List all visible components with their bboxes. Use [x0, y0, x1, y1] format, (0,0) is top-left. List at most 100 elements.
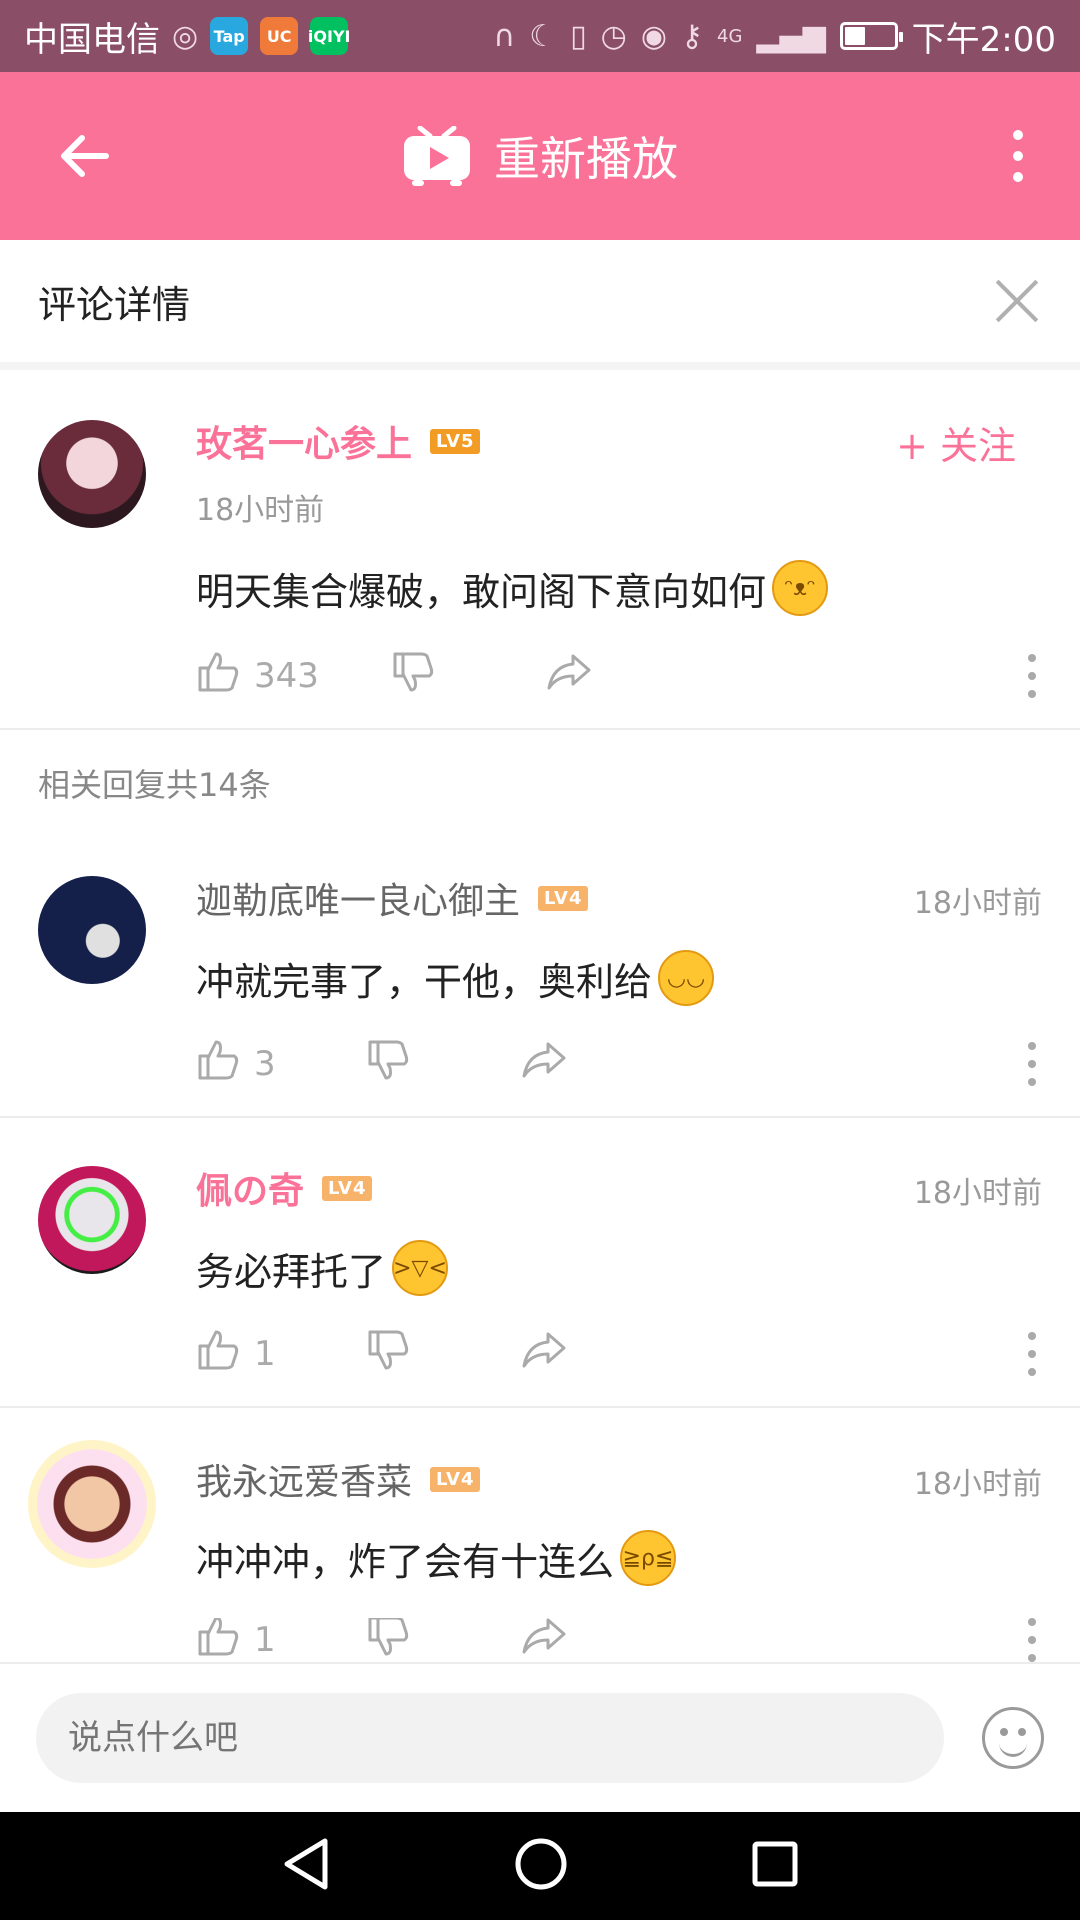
system-nav-bar — [0, 1812, 1080, 1920]
reply-actions: 1 — [196, 1326, 1056, 1382]
emoji-icon[interactable] — [982, 1707, 1044, 1769]
share-icon — [520, 1330, 568, 1379]
reply-content: 冲冲冲，炸了会有十连么 ≧ρ≦ — [196, 1530, 677, 1586]
more-vertical-icon[interactable] — [998, 124, 1038, 188]
key-icon: ⚷ — [681, 18, 704, 54]
carrier-label: 中国电信 — [24, 19, 160, 60]
iqiyi-app-icon: iQIYI — [308, 17, 350, 55]
replay-label: 重新播放 — [494, 132, 678, 186]
cat-emoji-icon: ᵔᴥᵔ — [772, 560, 829, 616]
vibrate-icon: ▯ — [570, 18, 587, 54]
comment-more-icon[interactable] — [1028, 654, 1038, 698]
network-type-icon: 4G — [717, 25, 743, 47]
username: 玫茗一心参上 — [196, 424, 413, 465]
divider — [0, 1116, 1080, 1118]
page-title: 评论详情 — [38, 282, 191, 327]
comment-time: 18小时前 — [196, 493, 325, 528]
level-badge: LV4 — [430, 1466, 481, 1492]
avatar[interactable] — [28, 1440, 156, 1568]
avatar[interactable] — [38, 1166, 146, 1274]
eye-icon: ◉ — [640, 18, 668, 54]
like-count: 3 — [254, 1044, 276, 1084]
sync-icon: ◎ — [172, 18, 199, 54]
like-count: 343 — [254, 656, 319, 696]
reply-author[interactable]: 我永远爱香菜 LV4 — [196, 1453, 481, 1505]
like-button[interactable]: 1 — [196, 1328, 276, 1381]
level-badge: LV4 — [538, 885, 589, 911]
top-bar: 重新播放 — [0, 72, 1080, 240]
close-icon[interactable] — [992, 276, 1042, 326]
reply-actions: 1 — [196, 1618, 1056, 1662]
share-button[interactable] — [520, 1618, 568, 1662]
username: 迦勒底唯一良心御主 — [196, 881, 521, 922]
comment-input-bar — [0, 1662, 1080, 1812]
nav-home-icon[interactable] — [514, 1837, 568, 1895]
follow-button[interactable]: + 关注 — [896, 415, 1016, 470]
reply-author[interactable]: 迦勒底唯一良心御主 LV4 — [196, 872, 589, 924]
uc-app-icon: UC — [260, 17, 299, 55]
username: 我永远爱香菜 — [196, 1462, 413, 1503]
tap-app-icon: Tap — [210, 17, 249, 55]
like-count: 1 — [254, 1620, 276, 1660]
replay-button[interactable]: 重新播放 — [402, 123, 678, 189]
comment-actions: 343 — [196, 648, 1056, 704]
battery-icon — [839, 22, 903, 50]
headphone-icon: ∩ — [493, 18, 516, 54]
reply-count: 相关回复共14条 — [38, 766, 271, 804]
like-button[interactable]: 1 — [196, 1618, 276, 1662]
share-icon — [545, 652, 593, 701]
nav-back-icon[interactable] — [281, 1837, 331, 1895]
tongue-emoji-icon: ≧ρ≦ — [620, 1530, 677, 1586]
reply-actions: 3 — [196, 1036, 1056, 1092]
comment-input[interactable] — [36, 1693, 944, 1783]
comment-content: 明天集合爆破，敢问阁下意向如何 ᵔᴥᵔ — [196, 560, 829, 616]
share-icon — [520, 1618, 568, 1662]
dislike-button[interactable] — [366, 1618, 410, 1662]
like-count: 1 — [254, 1334, 276, 1374]
divider — [0, 728, 1080, 730]
reply-text: 冲冲冲，炸了会有十连么 — [196, 1539, 615, 1584]
comment-detail-header: 评论详情 — [0, 240, 1080, 370]
thumbs-up-icon — [196, 1618, 240, 1662]
thumbs-down-icon — [366, 1618, 410, 1662]
reply-time: 18小时前 — [913, 1467, 1042, 1502]
back-arrow-icon[interactable] — [52, 124, 116, 188]
reply-text: 务必拜托了 — [196, 1249, 387, 1294]
status-bar: 中国电信 ◎ Tap UC iQIYI ∩ ☾ ▯ ◷ ◉ ⚷ 4G ▂▄▆ 下… — [0, 0, 1080, 72]
thumbs-up-icon — [196, 1038, 240, 1091]
avatar[interactable] — [38, 876, 146, 984]
moon-icon: ☾ — [529, 18, 557, 54]
thumbs-up-icon — [196, 1328, 240, 1381]
share-button[interactable] — [545, 652, 593, 701]
thumbs-down-icon — [391, 650, 435, 703]
thumbs-down-icon — [366, 1038, 410, 1091]
share-icon — [520, 1040, 568, 1089]
share-button[interactable] — [520, 1330, 568, 1379]
smile-emoji-icon: ◡◡ — [658, 950, 715, 1006]
reply-time: 18小时前 — [913, 1176, 1042, 1211]
like-button[interactable]: 3 — [196, 1038, 276, 1091]
reply-author[interactable]: 佩の奇 LV4 — [196, 1162, 373, 1214]
reply-content: 务必拜托了 >▽< — [196, 1240, 449, 1296]
dislike-button[interactable] — [366, 1328, 410, 1381]
reply-text: 冲就完事了，干他，奥利给 — [196, 959, 653, 1004]
share-button[interactable] — [520, 1040, 568, 1089]
level-badge: LV4 — [322, 1175, 373, 1201]
avatar[interactable] — [38, 420, 146, 528]
tv-play-icon — [402, 125, 472, 186]
comment-text: 明天集合爆破，敢问阁下意向如何 — [196, 569, 767, 614]
laugh-emoji-icon: >▽< — [392, 1240, 449, 1296]
reply-content: 冲就完事了，干他，奥利给 ◡◡ — [196, 950, 715, 1006]
reply-more-icon[interactable] — [1028, 1618, 1038, 1662]
reply-more-icon[interactable] — [1028, 1332, 1038, 1376]
dislike-button[interactable] — [366, 1038, 410, 1091]
reply-more-icon[interactable] — [1028, 1042, 1038, 1086]
signal-icon: ▂▄▆ — [756, 18, 826, 54]
thumbs-up-icon — [196, 650, 240, 703]
like-button[interactable]: 343 — [196, 650, 319, 703]
nav-recents-icon[interactable] — [751, 1840, 799, 1892]
clock: 下午2:00 — [911, 19, 1056, 60]
dislike-button[interactable] — [391, 650, 435, 703]
level-badge: LV5 — [430, 428, 481, 454]
comment-author[interactable]: 玫茗一心参上 LV5 — [196, 415, 481, 467]
